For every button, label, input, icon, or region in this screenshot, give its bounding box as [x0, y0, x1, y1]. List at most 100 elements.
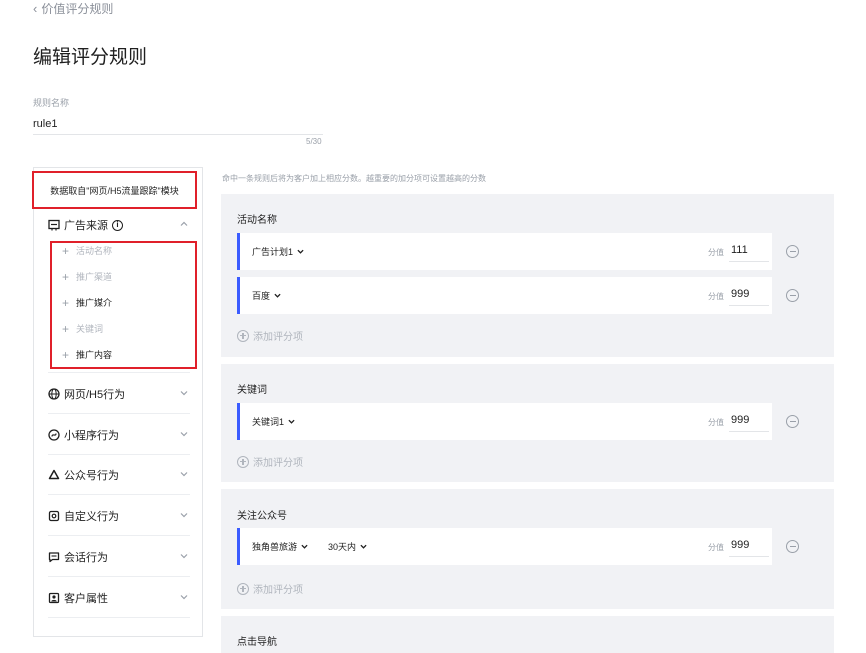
rule-section-campaign-name: 活动名称 广告计划1 分值 111 百度 分值 999 添加评分项 [221, 194, 834, 357]
ad-item-medium[interactable]: + 推广媒介 [62, 296, 112, 309]
score-input[interactable]: 999 [729, 286, 769, 306]
plus-icon: + [62, 269, 70, 284]
add-label: 添加评分项 [253, 458, 303, 469]
info-icon[interactable]: i [112, 219, 123, 231]
rule-value-select[interactable]: 广告计划1 [252, 245, 304, 258]
divider [48, 454, 190, 455]
select-value: 独角兽旅游 [252, 542, 298, 552]
plus-circle-icon [237, 582, 249, 595]
divider [48, 576, 190, 577]
ad-item-channel: + 推广渠道 [62, 270, 112, 283]
ad-icon [48, 219, 60, 231]
chevron-down-icon [360, 544, 367, 549]
divider [48, 413, 190, 414]
ad-item-label: 关键词 [76, 324, 104, 334]
time-range-select[interactable]: 30天内 [328, 540, 367, 553]
rule-value-select[interactable]: 百度 [252, 289, 281, 302]
miniprogram-icon [48, 429, 60, 441]
profile-icon [48, 592, 60, 604]
chevron-down-icon [180, 595, 188, 600]
chevron-down-icon [180, 554, 188, 559]
select-value: 关键词1 [252, 417, 285, 427]
add-label: 添加评分项 [253, 332, 303, 343]
official-account-icon [48, 469, 60, 481]
remove-rule-button[interactable] [786, 415, 799, 428]
chevron-down-icon [301, 544, 308, 549]
back-label: 价值评分规则 [41, 2, 114, 16]
group-miniprogram[interactable]: 小程序行为 [48, 425, 190, 445]
select-value: 30天内 [328, 542, 357, 552]
custom-event-icon [48, 510, 60, 522]
divider [48, 494, 190, 495]
add-label: 添加评分项 [253, 585, 303, 596]
group-ad-source[interactable]: 广告来源 i [48, 215, 190, 235]
remove-rule-button[interactable] [786, 245, 799, 258]
add-rule-item-button[interactable]: 添加评分项 [237, 328, 303, 343]
divider [48, 535, 190, 536]
score-input[interactable]: 999 [729, 537, 769, 557]
rule-name-label: 规则名称 [33, 98, 70, 108]
score-label: 分值 [708, 543, 724, 552]
rule-section-click-nav: 点击导航 [221, 616, 834, 653]
group-label: 公众号行为 [64, 470, 119, 482]
chevron-down-icon [180, 432, 188, 437]
group-customer-profile[interactable]: 客户属性 [48, 588, 190, 608]
group-label: 广告来源 [64, 220, 108, 232]
group-label: 网页/H5行为 [64, 389, 126, 401]
section-title: 关注公众号 [237, 511, 287, 522]
chevron-down-icon [180, 513, 188, 518]
ad-item-label: 推广渠道 [76, 272, 113, 282]
chevron-left-icon: ‹ [33, 0, 38, 16]
ad-item-keyword: + 关键词 [62, 322, 103, 335]
ad-item-campaign-name: + 活动名称 [62, 244, 112, 257]
rule-name-char-count: 5/30 [306, 137, 322, 146]
divider [48, 617, 190, 618]
plus-icon: + [62, 295, 70, 310]
rule-name-input[interactable] [33, 114, 323, 135]
score-input[interactable]: 111 [729, 242, 769, 262]
group-session[interactable]: 会话行为 [48, 547, 190, 567]
section-title: 点击导航 [237, 637, 277, 648]
divider [48, 372, 190, 373]
group-label: 自定义行为 [64, 511, 119, 523]
rule-row: 百度 分值 999 [237, 277, 772, 314]
plus-icon: + [62, 321, 70, 336]
ad-item-label: 推广内容 [76, 350, 113, 360]
source-note: 数据取自"网页/H5流量跟踪"模块 [32, 171, 197, 209]
page-title: 编辑评分规则 [33, 47, 148, 68]
chevron-down-icon [180, 391, 188, 396]
rules-hint: 命中一条规则后将为客户加上相应分数。越重要的加分项可设置越高的分数 [222, 174, 486, 183]
score-input[interactable]: 999 [729, 412, 769, 432]
group-label: 客户属性 [64, 593, 108, 605]
rule-row: 广告计划1 分值 111 [237, 233, 772, 270]
plus-icon: + [62, 347, 70, 362]
rule-section-follow-account: 关注公众号 独角兽旅游 30天内 分值 999 添加评分项 [221, 489, 834, 609]
ad-item-content[interactable]: + 推广内容 [62, 348, 112, 361]
remove-rule-button[interactable] [786, 540, 799, 553]
chevron-down-icon [274, 293, 281, 298]
group-web-h5[interactable]: 网页/H5行为 [48, 384, 190, 404]
ad-item-label: 推广媒介 [76, 298, 113, 308]
group-official-account[interactable]: 公众号行为 [48, 465, 190, 485]
rule-value-select[interactable]: 独角兽旅游 [252, 540, 308, 553]
plus-circle-icon [237, 329, 249, 342]
add-rule-item-button[interactable]: 添加评分项 [237, 581, 303, 596]
group-label: 小程序行为 [64, 430, 119, 442]
rule-row: 关键词1 分值 999 [237, 403, 772, 440]
add-rule-item-button[interactable]: 添加评分项 [237, 454, 303, 469]
rule-value-select[interactable]: 关键词1 [252, 415, 295, 428]
score-label: 分值 [708, 418, 724, 427]
chevron-up-icon [180, 221, 188, 226]
chat-icon [48, 551, 60, 563]
score-label: 分值 [708, 292, 724, 301]
remove-rule-button[interactable] [786, 289, 799, 302]
rule-section-keyword: 关键词 关键词1 分值 999 添加评分项 [221, 364, 834, 482]
chevron-down-icon [180, 472, 188, 477]
group-label: 会话行为 [64, 552, 108, 564]
select-value: 广告计划1 [252, 247, 294, 257]
section-title: 关键词 [237, 385, 267, 396]
back-link[interactable]: ‹ 价值评分规则 [33, 0, 113, 17]
select-value: 百度 [252, 291, 271, 301]
group-custom-event[interactable]: 自定义行为 [48, 506, 190, 526]
ad-item-label: 活动名称 [76, 246, 113, 256]
